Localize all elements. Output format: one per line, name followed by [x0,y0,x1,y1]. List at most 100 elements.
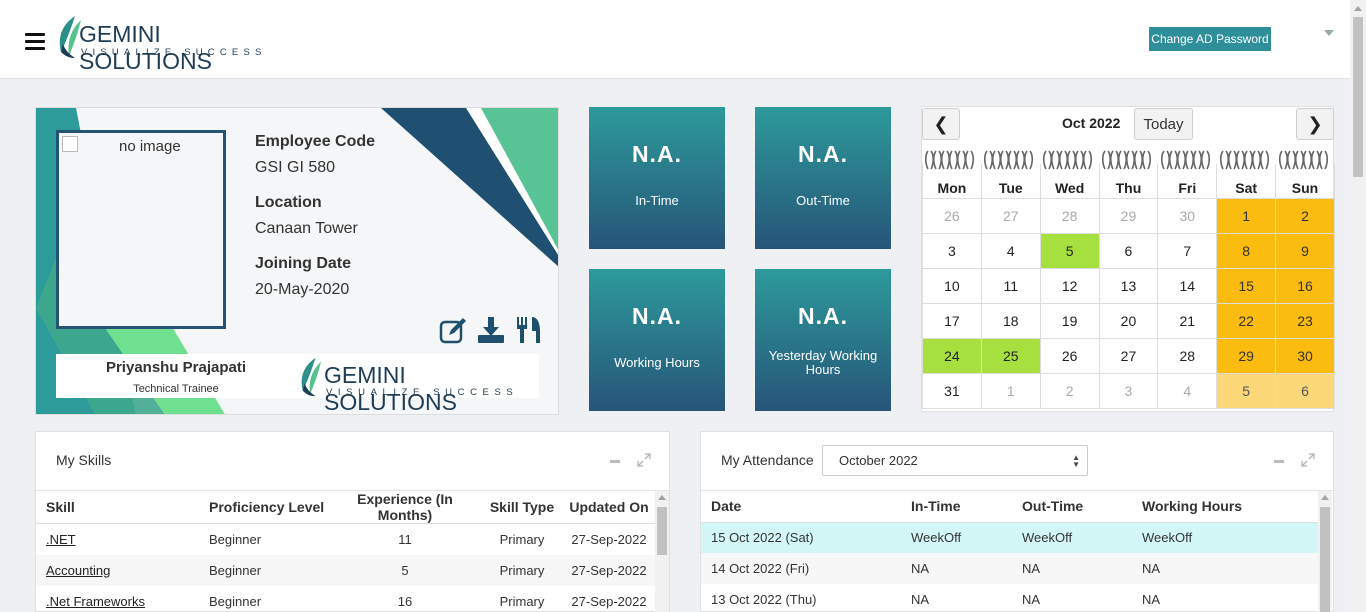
calendar-day[interactable]: 5 [1039,232,1100,269]
table-cell: 15 Oct 2022 (Sat) [701,522,911,553]
menu-icon[interactable] [25,33,45,50]
calendar-day[interactable]: 29 [1098,197,1159,234]
calendar-day[interactable]: 21 [1157,302,1218,339]
calendar-day[interactable]: 30 [1275,337,1335,374]
company-logo[interactable]: GEMINI SOLUTIONS VISUALIZE SUCCESS [55,14,295,74]
calendar-day[interactable]: 19 [1039,302,1100,339]
calendar-day[interactable]: 5 [1216,372,1277,409]
calendar-day[interactable]: 1 [980,372,1041,409]
calendar-day[interactable]: 20 [1098,302,1159,339]
weekday-header: Sat [1216,164,1277,199]
out-time-tile: N.A. Out-Time [755,107,891,249]
calendar-day[interactable]: 29 [1216,337,1277,374]
calendar-day[interactable]: 26 [922,197,982,234]
calendar-day[interactable]: 3 [1098,372,1159,409]
skill-link[interactable]: .NET [46,532,76,547]
calendar-day[interactable]: 12 [1039,267,1100,304]
calendar-day[interactable]: 15 [1216,267,1277,304]
calendar-day[interactable]: 27 [980,197,1041,234]
table-row: .NET Beginner 11 Primary 27-Sep-2022 [36,524,655,555]
calendar-day[interactable]: 2 [1275,197,1335,234]
expand-icon[interactable] [1300,452,1316,468]
edit-icon[interactable] [439,316,467,344]
minimize-icon[interactable] [610,460,620,463]
table-cell: NA [1022,592,1041,607]
calendar-day[interactable]: 27 [1098,337,1159,374]
calendar-day[interactable]: 28 [1039,197,1100,234]
calendar-prev-button[interactable]: ❮ [922,108,960,140]
calendar-day[interactable]: 26 [1039,337,1100,374]
table-cell: Beginner [209,593,262,609]
calendar-day[interactable]: 4 [1157,372,1218,409]
calendar-day[interactable]: 2 [1039,372,1100,409]
calendar-day[interactable]: 1 [1216,197,1277,234]
month-select[interactable]: October 2022 ▲ ▼ [822,445,1088,476]
table-row[interactable]: 15 Oct 2022 (Sat) WeekOff WeekOff WeekOf… [701,522,1318,553]
calendar-day[interactable]: 25 [980,337,1041,374]
column-header[interactable]: Skill Type [481,491,563,524]
cafeteria-icon[interactable] [515,316,543,344]
table-row: Accounting Beginner 5 Primary 27-Sep-202… [36,554,655,586]
my-attendance-panel: My Attendance October 2022 ▲ ▼ Date In-Ti… [700,431,1335,612]
scroll-up-icon[interactable] [1354,6,1362,11]
calendar-next-button[interactable]: ❯ [1296,108,1334,140]
expand-icon[interactable] [636,452,652,468]
scroll-thumb[interactable] [1353,17,1363,177]
skills-scrollbar[interactable] [655,491,669,612]
broken-image-icon [62,136,78,152]
scroll-thumb[interactable] [657,507,667,555]
column-header[interactable]: Updated On [563,491,655,524]
column-header[interactable]: Proficiency Level [209,491,329,524]
attendance-table: Date In-Time Out-Time Working Hours 15 O… [701,491,1318,612]
calendar-day[interactable]: 24 [922,337,982,374]
column-header[interactable]: Working Hours [1142,491,1318,523]
column-header[interactable]: Out-Time [1022,491,1142,523]
calendar-today-button[interactable]: Today [1134,108,1193,140]
calendar-day[interactable]: 28 [1157,337,1218,374]
calendar-day[interactable]: 6 [1098,232,1159,269]
employee-photo: no image [56,130,226,329]
calendar-day[interactable]: 9 [1275,232,1335,269]
page-scrollbar[interactable] [1350,0,1366,612]
calendar-day[interactable]: 31 [922,372,982,409]
calendar-day[interactable]: 18 [980,302,1041,339]
calendar-day[interactable]: 4 [980,232,1041,269]
scroll-thumb[interactable] [1320,507,1330,612]
table-row[interactable]: 13 Oct 2022 (Thu) NA NA NA [701,584,1318,612]
scroll-up-icon[interactable] [1321,495,1329,500]
calendar-day[interactable]: 10 [922,267,982,304]
column-header[interactable]: Experience (In Months) [329,491,481,524]
tile-label: Working Hours [614,355,700,370]
calendar-day[interactable]: 23 [1275,302,1335,339]
skill-link[interactable]: .Net Frameworks [46,594,145,609]
minimize-icon[interactable] [1274,460,1284,463]
calendar-day[interactable]: 22 [1216,302,1277,339]
table-cell: 27-Sep-2022 [571,593,647,609]
column-header[interactable]: In-Time [911,491,1022,523]
calendar-day[interactable]: 6 [1275,372,1335,409]
table-cell: 14 Oct 2022 (Fri) [701,553,911,584]
calendar-day[interactable]: 30 [1157,197,1218,234]
scroll-up-icon[interactable] [658,495,666,500]
table-row[interactable]: 14 Oct 2022 (Fri) NA NA NA [701,553,1318,584]
working-hours-tile: N.A. Working Hours [589,269,725,411]
logo-leaf-icon [301,357,322,397]
calendar-day[interactable]: 7 [1157,232,1218,269]
calendar-day[interactable]: 16 [1275,267,1335,304]
tile-value: N.A. [632,303,682,329]
download-icon[interactable] [477,316,505,344]
attendance-scrollbar[interactable] [1318,491,1332,612]
top-navbar: GEMINI SOLUTIONS VISUALIZE SUCCESS Chang… [0,0,1350,79]
calendar-day[interactable]: 14 [1157,267,1218,304]
calendar-day[interactable]: 13 [1098,267,1159,304]
column-header[interactable]: Date [701,491,911,523]
user-dropdown-icon[interactable] [1324,30,1334,36]
calendar-day[interactable]: 8 [1216,232,1277,269]
column-header[interactable]: Skill [36,491,209,524]
skill-link[interactable]: Accounting [46,563,110,578]
calendar-day[interactable]: 17 [922,302,982,339]
calendar-day[interactable]: 3 [922,232,982,269]
calendar-day[interactable]: 11 [980,267,1041,304]
change-ad-password-button[interactable]: Change AD Password [1149,27,1271,51]
employee-location: Location Canaan Tower [255,194,358,238]
